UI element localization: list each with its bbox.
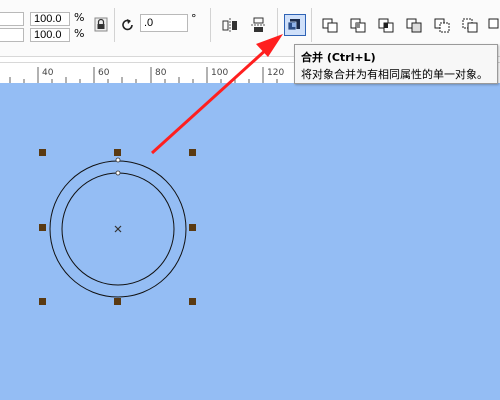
- height-field-partial[interactable]: [0, 28, 24, 42]
- selection-handle-bottom[interactable]: [114, 298, 121, 305]
- drawing-canvas[interactable]: [0, 83, 500, 400]
- combine-button[interactable]: [284, 14, 306, 36]
- center-marker[interactable]: [114, 225, 122, 233]
- selection-handle-top-left[interactable]: [39, 149, 46, 156]
- mirror-vertical-icon: [251, 17, 266, 32]
- selection-handle-bottom-left[interactable]: [39, 298, 46, 305]
- lock-icon: [94, 17, 108, 32]
- rotation-button[interactable]: [118, 15, 138, 35]
- ruler-label: 80: [155, 68, 167, 78]
- tooltip-title: 合并 (Ctrl+L): [301, 51, 376, 64]
- simplify-button[interactable]: [404, 15, 424, 35]
- selection-handle-top[interactable]: [114, 149, 121, 156]
- boundary-button[interactable]: [486, 15, 500, 35]
- node-inner-top[interactable]: [115, 170, 121, 176]
- lock-ratio-button[interactable]: [91, 15, 111, 35]
- simplify-icon: [406, 18, 422, 33]
- degree-symbol: °: [191, 12, 197, 25]
- mirror-horizontal-button[interactable]: [220, 15, 240, 35]
- separator: [277, 8, 278, 42]
- scale-x-percent: %: [74, 11, 85, 24]
- selection-handle-top-right[interactable]: [189, 149, 196, 156]
- intersect-icon: [378, 18, 394, 33]
- intersect-button[interactable]: [376, 15, 396, 35]
- trim-icon: [350, 18, 366, 33]
- weld-button[interactable]: [320, 15, 340, 35]
- scale-x-input[interactable]: [30, 12, 70, 26]
- front-minus-back-icon: [434, 18, 450, 33]
- ruler-label: 40: [42, 68, 54, 78]
- combine-tooltip: 合并 (Ctrl+L) 将对象合并为有相同属性的单一对象。: [294, 44, 498, 84]
- mirror-horizontal-icon: [222, 18, 237, 33]
- separator: [210, 8, 211, 42]
- back-minus-front-icon: [462, 18, 478, 33]
- ruler-label: 120: [267, 68, 285, 78]
- combine-icon: [287, 19, 300, 31]
- ruler-label: 100: [211, 68, 229, 78]
- separator: [311, 8, 312, 42]
- node-outer-top[interactable]: [115, 157, 121, 163]
- rotate-icon: [122, 19, 133, 31]
- canvas-drawing: [49, 157, 187, 298]
- scale-y-input[interactable]: [30, 28, 70, 42]
- tooltip-description: 将对象合并为有相同属性的单一对象。: [301, 68, 488, 81]
- selection-handle-right[interactable]: [189, 224, 196, 231]
- scale-y-percent: %: [74, 27, 85, 40]
- weld-icon: [322, 18, 338, 33]
- width-field-partial[interactable]: [0, 12, 24, 26]
- trim-button[interactable]: [348, 15, 368, 35]
- selection-handle-left[interactable]: [39, 224, 46, 231]
- boundary-icon: [488, 18, 499, 29]
- separator: [114, 8, 115, 42]
- ruler-label: 60: [98, 68, 110, 78]
- selection-handle-bottom-right[interactable]: [189, 298, 196, 305]
- rotation-angle-input[interactable]: [140, 14, 188, 32]
- back-minus-front-button[interactable]: [460, 15, 480, 35]
- mirror-vertical-button[interactable]: [249, 15, 269, 35]
- front-minus-back-button[interactable]: [432, 15, 452, 35]
